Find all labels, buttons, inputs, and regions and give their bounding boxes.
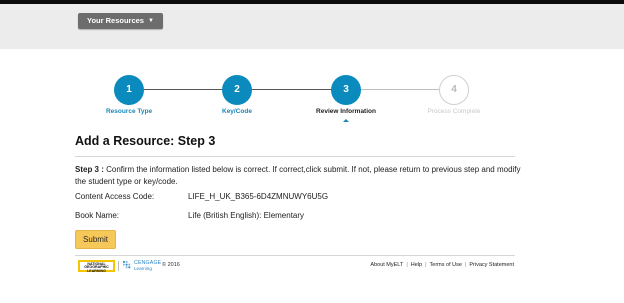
book-name-label: Book Name: <box>75 211 120 220</box>
access-code-value: LIFE_H_UK_B365-6D4ZMNUWY6U5G <box>188 192 329 201</box>
logo-separator <box>118 261 119 271</box>
your-resources-button[interactable]: Your Resources ▼ <box>78 13 163 29</box>
footer-divider <box>75 255 515 256</box>
divider <box>75 156 515 157</box>
instruction-text: Confirm the information listed below is … <box>75 165 521 186</box>
active-step-indicator <box>343 119 349 122</box>
step-4-circle: 4 <box>439 75 469 105</box>
footer-links: About MyELT | Help | Terms of Use | Privacy St… <box>370 262 514 268</box>
about-myelt-link[interactable]: About MyELT <box>370 262 403 268</box>
link-separator: | <box>406 262 408 268</box>
step-instructions: Step 3 : Confirm the information listed … <box>75 164 523 188</box>
cengage-icon <box>123 261 131 269</box>
logo-line: LEARNING <box>87 269 106 274</box>
step-2-circle[interactable]: 2 <box>222 75 252 105</box>
step-1-label[interactable]: Resource Type <box>69 108 189 115</box>
access-code-label: Content Access Code: <box>75 192 155 201</box>
step-connector <box>360 89 439 90</box>
your-resources-label: Your Resources <box>87 16 144 25</box>
cengage-sub: Learning <box>134 266 152 271</box>
instruction-prefix: Step 3 : <box>75 165 104 174</box>
step-connector <box>252 89 332 90</box>
step-1-circle[interactable]: 1 <box>114 75 144 105</box>
step-4-label: Process Complete <box>427 108 481 115</box>
step-connector <box>143 89 223 90</box>
help-link[interactable]: Help <box>411 262 422 268</box>
step-2-label[interactable]: Key/Code <box>177 108 297 115</box>
footer: NATIONAL GEOGRAPHIC LEARNING CENGAGE Lea… <box>78 260 514 274</box>
link-separator: | <box>425 262 427 268</box>
progress-stepper: 1 2 3 4 Resource Type Key/Code Review In… <box>0 72 624 122</box>
step-3-label: Review Information <box>316 108 376 115</box>
terms-of-use-link[interactable]: Terms of Use <box>430 262 462 268</box>
page-title: Add a Resource: Step 3 <box>75 134 216 148</box>
chevron-down-icon: ▼ <box>147 18 154 24</box>
step-3-circle: 3 <box>331 75 361 105</box>
national-geographic-learning-logo: NATIONAL GEOGRAPHIC LEARNING <box>78 260 115 274</box>
book-name-value: Life (British English): Elementary <box>188 211 305 220</box>
header-bar: Your Resources ▼ <box>0 4 624 49</box>
submit-button[interactable]: Submit <box>75 230 116 249</box>
privacy-statement-link[interactable]: Privacy Statement <box>469 262 514 268</box>
copyright: © 2016 <box>162 262 180 268</box>
